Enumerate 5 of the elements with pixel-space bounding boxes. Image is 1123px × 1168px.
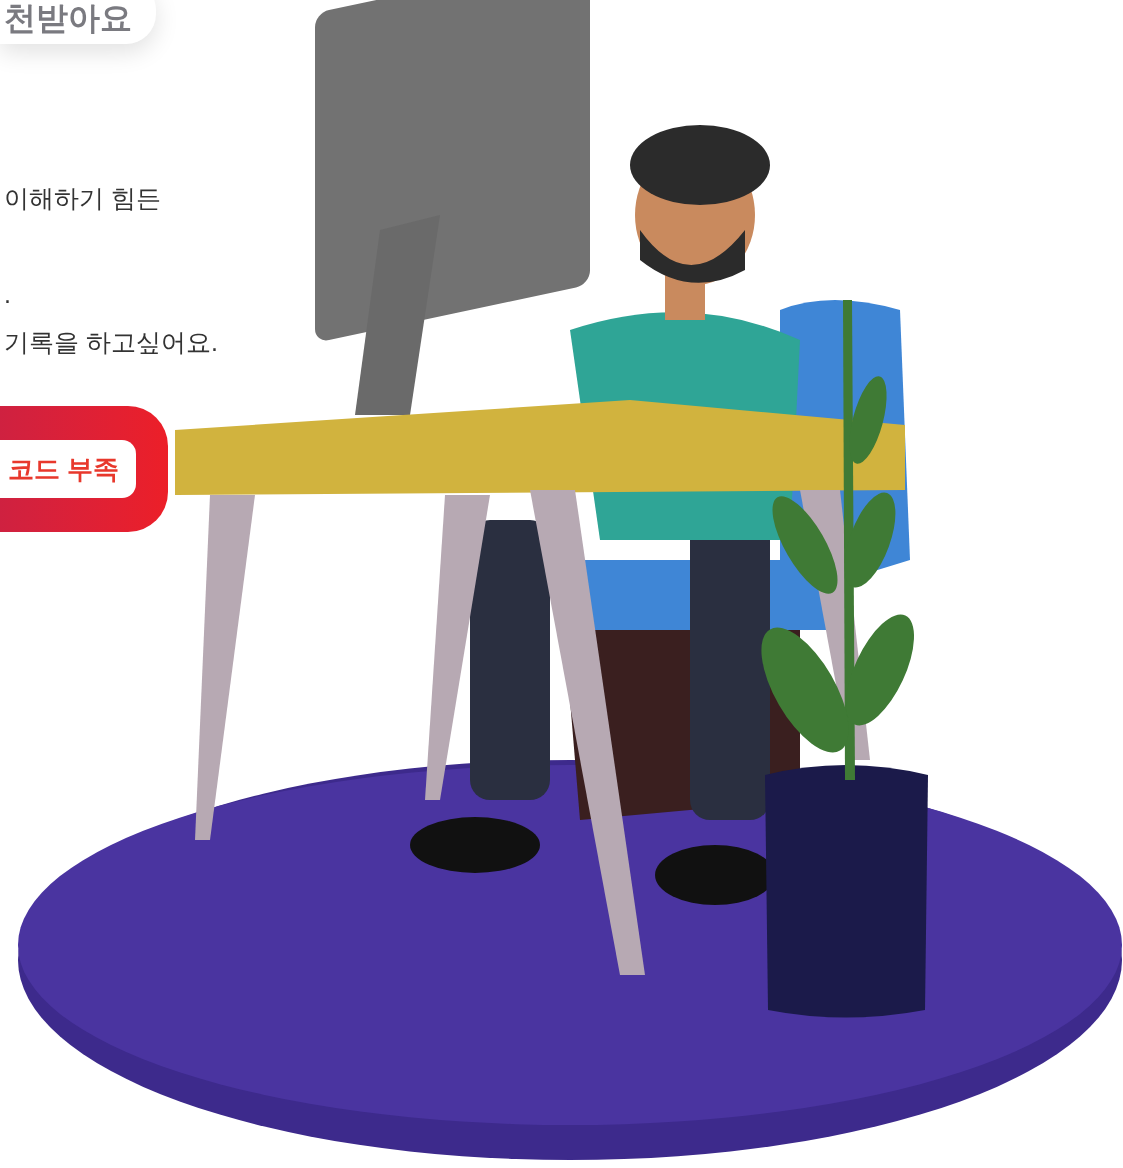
description-line: 기록을 하고싶어요. xyxy=(3,327,218,358)
badge-label: 천받아요 xyxy=(0,0,156,44)
description-line: . xyxy=(3,279,12,310)
description-line: 이해하기 힘든 xyxy=(3,183,162,214)
code-shortage-button[interactable]: 코드 부족 xyxy=(0,440,136,498)
